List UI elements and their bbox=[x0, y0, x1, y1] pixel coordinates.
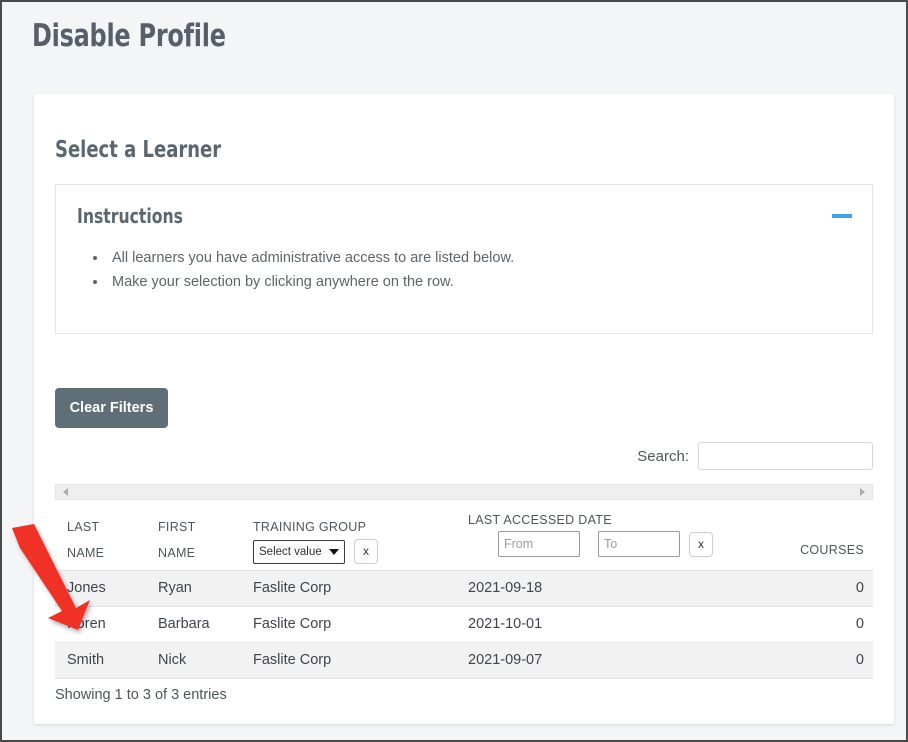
first-name-line2: NAME bbox=[158, 546, 196, 560]
list-item: All learners you have administrative acc… bbox=[108, 246, 514, 270]
cell-courses: 0 bbox=[855, 652, 864, 668]
date-to-input[interactable] bbox=[598, 531, 680, 557]
cell-courses: 0 bbox=[855, 580, 864, 596]
cell-training-group: Faslite Corp bbox=[253, 616, 332, 632]
learners-table: LAST NAME FIRST NAME TRAINING GROUP LAST… bbox=[55, 508, 873, 679]
cell-courses: 0 bbox=[855, 616, 864, 632]
horizontal-scrollbar[interactable] bbox=[55, 484, 873, 500]
minus-icon[interactable] bbox=[832, 207, 854, 225]
training-group-filter: Select value x bbox=[253, 539, 378, 564]
cell-last-accessed-date: 2021-09-18 bbox=[468, 580, 543, 596]
column-header-first-name: FIRST NAME bbox=[158, 520, 228, 560]
cell-first-name: Ryan bbox=[158, 580, 192, 596]
cell-first-name: Barbara bbox=[158, 616, 210, 632]
cell-training-group: Faslite Corp bbox=[253, 580, 332, 596]
table-row[interactable]: Koren Barbara Faslite Corp 2021-10-01 0 bbox=[55, 607, 873, 643]
cell-last-accessed-date: 2021-09-07 bbox=[468, 652, 543, 668]
instructions-title: Instructions bbox=[77, 204, 183, 228]
clear-filters-button[interactable]: Clear Filters bbox=[55, 388, 168, 428]
training-group-select-wrap: Select value bbox=[253, 539, 345, 564]
search-area: Search: bbox=[637, 442, 873, 470]
app-window: Disable Profile Select a Learner Instruc… bbox=[0, 0, 908, 742]
content-card: Select a Learner Instructions All learne… bbox=[34, 94, 894, 724]
triangle-left-icon[interactable] bbox=[63, 488, 68, 496]
section-title: Select a Learner bbox=[55, 137, 222, 163]
column-header-courses: COURSES bbox=[800, 543, 864, 557]
page-title: Disable Profile bbox=[32, 18, 226, 54]
clear-date-filter-button[interactable]: x bbox=[689, 531, 713, 557]
instructions-list: All learners you have administrative acc… bbox=[86, 246, 514, 294]
last-name-line2: NAME bbox=[67, 546, 105, 560]
cell-last-name: Jones bbox=[67, 580, 106, 596]
first-name-line1: FIRST bbox=[158, 520, 196, 534]
search-input[interactable] bbox=[698, 442, 873, 470]
table-info: Showing 1 to 3 of 3 entries bbox=[55, 687, 227, 703]
last-name-line1: LAST bbox=[67, 520, 100, 534]
training-group-select[interactable]: Select value bbox=[253, 539, 345, 564]
cell-last-name: Koren bbox=[67, 616, 106, 632]
clear-training-group-button[interactable]: x bbox=[354, 539, 378, 564]
date-from-input[interactable] bbox=[498, 531, 580, 557]
column-header-last-accessed-date: LAST ACCESSED DATE bbox=[468, 513, 612, 527]
search-label: Search: bbox=[637, 447, 689, 465]
triangle-right-icon[interactable] bbox=[860, 488, 865, 496]
cell-last-accessed-date: 2021-10-01 bbox=[468, 616, 543, 632]
column-header-last-name: LAST NAME bbox=[67, 520, 137, 560]
column-header-training-group: TRAINING GROUP bbox=[253, 520, 367, 534]
instructions-panel: Instructions All learners you have admin… bbox=[55, 184, 873, 334]
table-row[interactable]: Jones Ryan Faslite Corp 2021-09-18 0 bbox=[55, 571, 873, 607]
list-item: Make your selection by clicking anywhere… bbox=[108, 270, 514, 294]
table-header-row: LAST NAME FIRST NAME TRAINING GROUP LAST… bbox=[55, 508, 873, 571]
cell-last-name: Smith bbox=[67, 652, 105, 668]
last-accessed-date-filter: x bbox=[498, 531, 713, 557]
cell-training-group: Faslite Corp bbox=[253, 652, 332, 668]
table-row[interactable]: Smith Nick Faslite Corp 2021-09-07 0 bbox=[55, 643, 873, 679]
cell-first-name: Nick bbox=[158, 652, 187, 668]
